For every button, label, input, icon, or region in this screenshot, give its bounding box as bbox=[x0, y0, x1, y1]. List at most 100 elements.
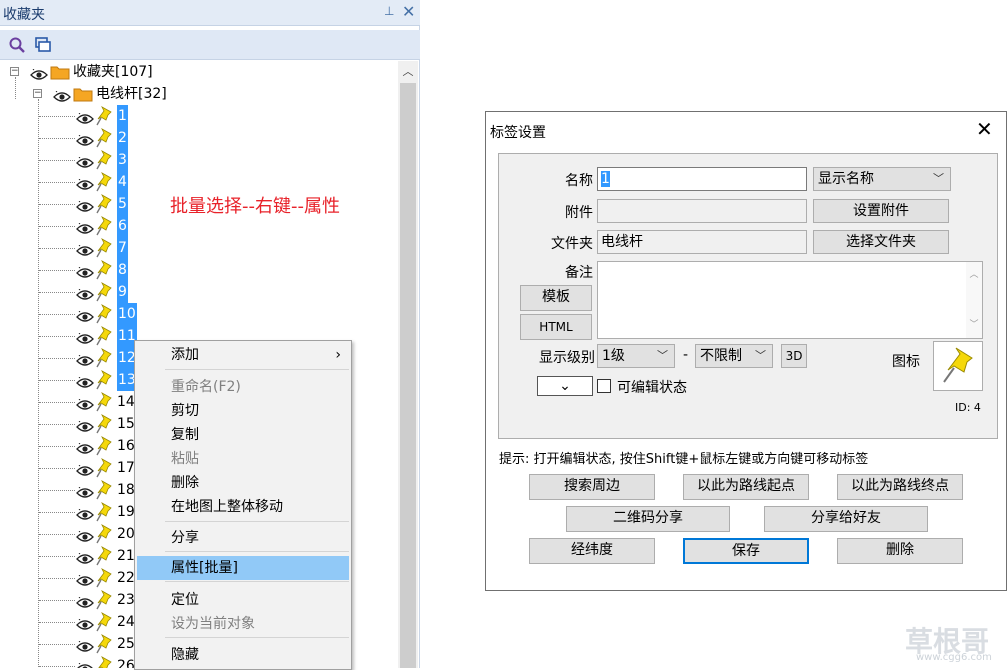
dialog-close-icon[interactable]: ✕ bbox=[976, 117, 993, 141]
menu-item[interactable]: 复制 bbox=[137, 423, 349, 447]
visibility-eye-icon[interactable] bbox=[76, 308, 94, 322]
menu-item[interactable]: 剪切 bbox=[137, 399, 349, 423]
save-button[interactable]: 保存 bbox=[683, 538, 809, 564]
tree-item-label: 20 bbox=[117, 526, 135, 542]
visibility-eye-icon[interactable] bbox=[76, 374, 94, 388]
visibility-eye-icon[interactable] bbox=[76, 638, 94, 652]
visibility-eye-icon[interactable] bbox=[76, 110, 94, 124]
tree-item-label: 3 bbox=[117, 149, 128, 171]
tree-item[interactable]: 10 bbox=[0, 303, 398, 325]
watermark-url: www.cgg6.com bbox=[916, 652, 992, 663]
route-start-button[interactable]: 以此为路线起点 bbox=[683, 474, 809, 500]
visibility-eye-icon[interactable] bbox=[76, 616, 94, 630]
visibility-eye-icon[interactable] bbox=[76, 528, 94, 542]
name-input[interactable]: 1 bbox=[597, 167, 807, 191]
visibility-eye-icon[interactable] bbox=[76, 484, 94, 498]
qr-share-button[interactable]: 二维码分享 bbox=[566, 506, 730, 532]
visibility-eye-icon[interactable] bbox=[76, 660, 94, 668]
menu-item[interactable]: 隐藏 bbox=[137, 643, 349, 667]
latlng-button[interactable]: 经纬度 bbox=[529, 538, 655, 564]
visibility-eye-icon[interactable] bbox=[76, 396, 94, 410]
set-attachment-button[interactable]: 设置附件 bbox=[813, 199, 949, 223]
visibility-eye-icon[interactable] bbox=[76, 220, 94, 234]
tree-item-label: 5 bbox=[117, 193, 128, 215]
editable-checkbox[interactable] bbox=[597, 379, 611, 393]
menu-item[interactable]: 粘贴 bbox=[137, 447, 349, 471]
visibility-eye-icon[interactable] bbox=[76, 330, 94, 344]
menu-item[interactable]: 添加 › bbox=[137, 343, 349, 367]
tree-item[interactable]: 8 bbox=[0, 259, 398, 281]
tree-guide-line bbox=[39, 248, 75, 249]
tree-guide-line bbox=[39, 622, 75, 623]
visibility-eye-icon[interactable] bbox=[76, 132, 94, 146]
collapse-toggle[interactable]: ⌄ bbox=[537, 376, 593, 396]
tree-item[interactable]: 9 bbox=[0, 281, 398, 303]
delete-button[interactable]: 删除 bbox=[837, 538, 963, 564]
tree-item[interactable]: 2 bbox=[0, 127, 398, 149]
level-to-select[interactable]: 不限制 ﹀ bbox=[695, 344, 773, 368]
pushpin-icon bbox=[96, 238, 112, 258]
visibility-eye-icon[interactable] bbox=[76, 286, 94, 300]
tree-guide-line bbox=[39, 182, 75, 183]
menu-item[interactable]: 设为当前对象 bbox=[137, 612, 349, 636]
visibility-eye-icon[interactable] bbox=[76, 572, 94, 586]
visibility-eye-icon[interactable] bbox=[76, 264, 94, 278]
tree-scrollbar[interactable]: ︿ bbox=[398, 61, 418, 668]
visibility-eye-icon[interactable] bbox=[76, 440, 94, 454]
menu-item[interactable]: 在地图上整体移动 bbox=[137, 495, 349, 519]
route-end-button[interactable]: 以此为路线终点 bbox=[837, 474, 963, 500]
icon-preview[interactable] bbox=[933, 341, 983, 391]
expander-icon[interactable]: − bbox=[10, 67, 19, 76]
close-icon[interactable]: ✕ bbox=[402, 2, 415, 21]
visibility-eye-icon[interactable] bbox=[76, 352, 94, 366]
tree-item[interactable]: 3 bbox=[0, 149, 398, 171]
menu-item[interactable]: 属性[批量] bbox=[137, 556, 349, 580]
template-button[interactable]: 模板 bbox=[520, 285, 592, 311]
dialog-form: 名称 1 显示名称 ﹀ 附件 设置附件 文件夹 电线杆 选择文件夹 备注 模板 H… bbox=[498, 153, 998, 439]
tree-item[interactable]: 4 bbox=[0, 171, 398, 193]
tree-item[interactable]: 6 bbox=[0, 215, 398, 237]
name-display-select[interactable]: 显示名称 ﹀ bbox=[813, 167, 951, 191]
note-scroll-down-icon[interactable]: ﹀ bbox=[966, 314, 982, 336]
windows-icon[interactable] bbox=[34, 36, 52, 54]
pushpin-icon bbox=[96, 348, 112, 368]
tree-guide-line bbox=[39, 644, 75, 645]
visibility-eye-icon[interactable] bbox=[76, 550, 94, 564]
visibility-eye-icon[interactable] bbox=[76, 418, 94, 432]
visibility-eye-icon[interactable] bbox=[76, 594, 94, 608]
share-friend-button[interactable]: 分享给好友 bbox=[764, 506, 928, 532]
visibility-eye-icon[interactable] bbox=[30, 66, 48, 80]
menu-item[interactable]: 删除 bbox=[137, 471, 349, 495]
note-scrollbar[interactable]: ︿ ﹀ bbox=[966, 262, 982, 338]
menu-item[interactable]: 分享 bbox=[137, 526, 349, 550]
expander-icon[interactable]: − bbox=[33, 89, 42, 98]
tree-guide-line bbox=[39, 160, 75, 161]
scroll-thumb[interactable] bbox=[400, 83, 416, 668]
menu-item[interactable]: 定位 bbox=[137, 588, 349, 612]
search-nearby-button[interactable]: 搜索周边 bbox=[529, 474, 655, 500]
3d-button[interactable]: 3D bbox=[781, 344, 807, 368]
note-scroll-up-icon[interactable]: ︿ bbox=[966, 264, 982, 286]
tree-folder-node[interactable]: − 电线杆[32] bbox=[0, 83, 398, 105]
menu-separator bbox=[165, 551, 349, 552]
select-folder-button[interactable]: 选择文件夹 bbox=[813, 230, 949, 254]
html-button[interactable]: HTML bbox=[520, 314, 592, 340]
menu-item[interactable]: 重命名(F2) bbox=[137, 375, 349, 399]
menu-item-label: 粘贴 bbox=[171, 451, 199, 467]
note-textarea[interactable]: ︿ ﹀ bbox=[597, 261, 983, 339]
scroll-up-icon[interactable]: ︿ bbox=[398, 63, 418, 81]
tree-root-node[interactable]: − 收藏夹[107] bbox=[0, 61, 398, 83]
tree-item[interactable]: 1 bbox=[0, 105, 398, 127]
visibility-eye-icon[interactable] bbox=[76, 506, 94, 520]
level-from-select[interactable]: 1级 ﹀ bbox=[597, 344, 675, 368]
visibility-eye-icon[interactable] bbox=[76, 176, 94, 190]
visibility-eye-icon[interactable] bbox=[76, 462, 94, 476]
visibility-eye-icon[interactable] bbox=[76, 198, 94, 212]
visibility-eye-icon[interactable] bbox=[76, 154, 94, 168]
visibility-eye-icon[interactable] bbox=[76, 242, 94, 256]
search-icon[interactable] bbox=[8, 36, 26, 54]
name-label: 名称 bbox=[565, 173, 593, 189]
tree-item[interactable]: 7 bbox=[0, 237, 398, 259]
visibility-eye-icon[interactable] bbox=[53, 88, 71, 102]
pin-icon[interactable]: ⊥ bbox=[384, 4, 394, 18]
